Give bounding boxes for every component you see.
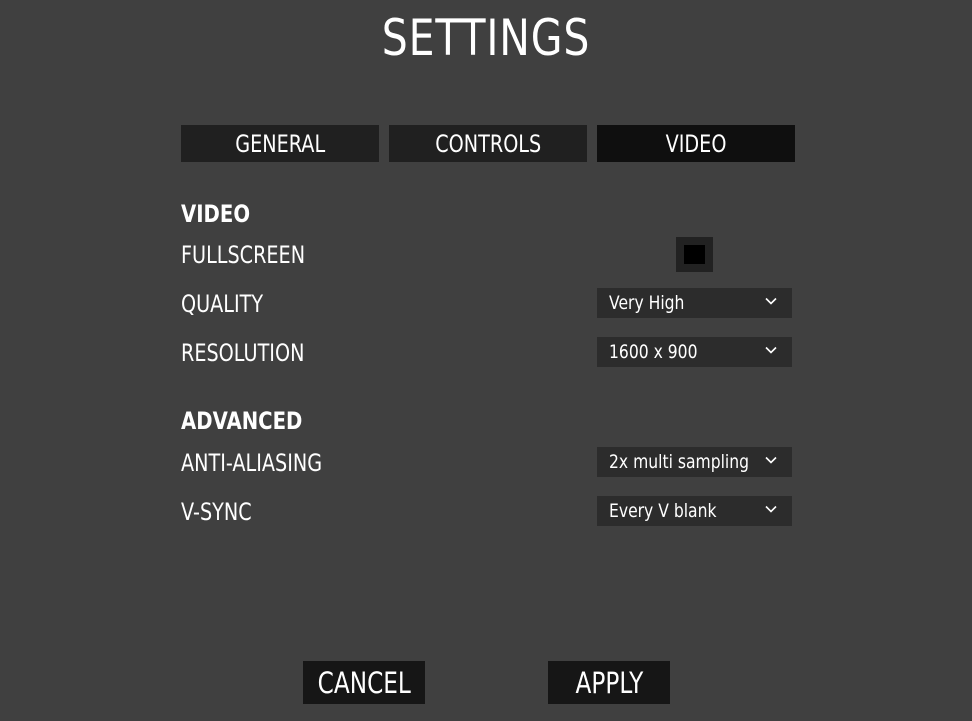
antialiasing-label: ANTI-ALIASING: [181, 449, 323, 477]
checkbox-fill: [684, 245, 705, 264]
quality-label: QUALITY: [181, 290, 264, 318]
cancel-button-label: CANCEL: [317, 665, 411, 700]
antialiasing-select-value: 2x multi sampling: [609, 451, 750, 473]
tab-video-label: VIDEO: [665, 129, 727, 158]
tab-video[interactable]: VIDEO: [597, 125, 795, 162]
fullscreen-checkbox[interactable]: [676, 237, 713, 272]
chevron-down-icon: [765, 505, 777, 513]
quality-select-value: Very High: [609, 292, 685, 314]
cancel-button[interactable]: CANCEL: [303, 661, 425, 704]
resolution-label: RESOLUTION: [181, 339, 305, 367]
apply-button[interactable]: APPLY: [548, 661, 670, 704]
chevron-down-icon: [765, 297, 777, 305]
vsync-select[interactable]: Every V blank: [597, 496, 792, 526]
vsync-label: V-SYNC: [181, 498, 252, 526]
fullscreen-label: FULLSCREEN: [181, 241, 306, 269]
page-title: SETTINGS: [381, 9, 591, 67]
video-section-heading: VIDEO: [181, 200, 251, 228]
resolution-select-value: 1600 x 900: [609, 341, 698, 363]
tab-controls[interactable]: CONTROLS: [389, 125, 587, 162]
tab-general[interactable]: GENERAL: [181, 125, 379, 162]
antialiasing-select[interactable]: 2x multi sampling: [597, 447, 792, 477]
resolution-select[interactable]: 1600 x 900: [597, 337, 792, 367]
advanced-section-heading: ADVANCED: [181, 407, 303, 435]
tab-controls-label: CONTROLS: [435, 129, 541, 158]
vsync-select-value: Every V blank: [609, 500, 717, 522]
chevron-down-icon: [765, 456, 777, 464]
apply-button-label: APPLY: [575, 665, 643, 700]
chevron-down-icon: [765, 346, 777, 354]
quality-select[interactable]: Very High: [597, 288, 792, 318]
tab-general-label: GENERAL: [235, 129, 325, 158]
